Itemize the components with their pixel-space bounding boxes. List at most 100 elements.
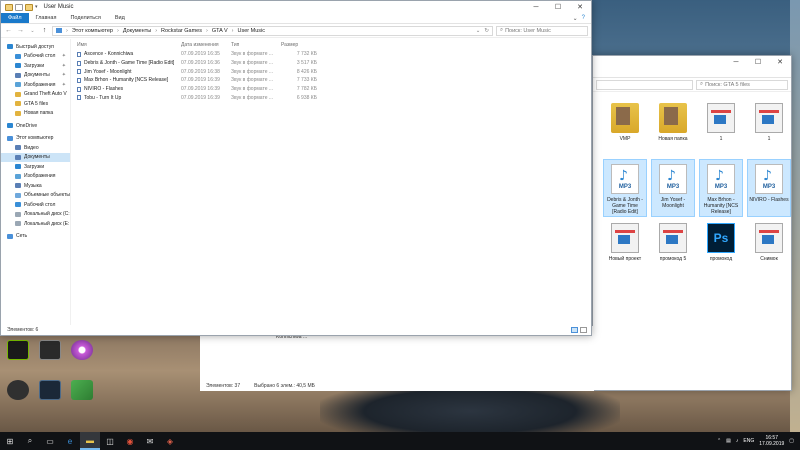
sidebar-item[interactable]: Рабочий стол	[1, 200, 70, 210]
table-row[interactable]: Max Brhon - Humanity [NCS Release] 07.09.…	[71, 76, 591, 85]
back-arrow-icon[interactable]: ←	[4, 26, 13, 36]
table-row[interactable]: Jim Yosef - Moonlight 07.09.2019 16:38 Зву…	[71, 67, 591, 76]
file-tile[interactable]: ♪ MP3 Debris & Jonth - Game Time [Radio Ed…	[603, 159, 647, 217]
desktop-icon-obs[interactable]	[3, 380, 33, 420]
breadcrumb-gtav[interactable]: GTA V	[212, 28, 228, 34]
start-windows-icon[interactable]: ⊞	[0, 432, 20, 450]
tab-file[interactable]: Файл	[1, 13, 29, 23]
file-explorer-icon[interactable]: ▬	[80, 432, 100, 450]
maximize-button[interactable]: ☐	[747, 56, 769, 68]
back-address-bar[interactable]	[596, 79, 693, 90]
sidebar-item[interactable]: Документы ✦	[1, 71, 70, 81]
file-tile[interactable]: Ps промокод	[699, 219, 743, 277]
sidebar-item[interactable]: Изображения ✦	[1, 80, 70, 90]
file-date: 07.09.2019 16:39	[181, 77, 220, 84]
sidebar-item[interactable]: Быстрый доступ	[1, 42, 70, 52]
clock[interactable]: 16:57 17.09.2019	[759, 435, 784, 447]
sidebar-item[interactable]: GTA 5 files	[1, 99, 70, 109]
mail-icon[interactable]: ✉	[140, 432, 160, 450]
app-icon[interactable]: ◈	[160, 432, 180, 450]
new-folder-icon[interactable]	[25, 3, 33, 11]
desktop-icon-nvidia[interactable]	[3, 340, 33, 380]
sidebar-item[interactable]: Загрузки	[1, 162, 70, 172]
file-tile[interactable]: 1	[747, 99, 791, 157]
breadcrumb-this-pc[interactable]: Этот компьютер	[72, 28, 113, 34]
back-search-box[interactable]: ⌕ Поиск: GTA 5 files	[696, 79, 788, 90]
sidebar-item[interactable]: OneDrive	[1, 121, 70, 131]
table-row[interactable]: Tobu - Turn It Up 07.09.2019 16:39 Звук в …	[71, 93, 591, 102]
file-tile[interactable]: 1	[699, 99, 743, 157]
details-view-icon[interactable]	[571, 327, 578, 333]
sidebar-item[interactable]: Новая папка	[1, 109, 70, 119]
edge-browser-icon[interactable]: e	[60, 432, 80, 450]
sidebar-item[interactable]: Этот компьютер	[1, 134, 70, 144]
qa-dropdown-icon[interactable]: ▾	[35, 4, 38, 10]
file-tile[interactable]: ♪ MP3 Max Brhon - Humanity [NCS Release]	[699, 159, 743, 217]
tab-view[interactable]: Вид	[108, 13, 132, 23]
close-button[interactable]: ✕	[769, 56, 791, 68]
table-row[interactable]: Ascence - Konnichiwa 07.09.2019 16:35 Звук…	[71, 50, 591, 59]
sidebar-item[interactable]: Изображения	[1, 172, 70, 182]
tiles-view-icon[interactable]	[580, 327, 587, 333]
sidebar-item[interactable]: Локальный диск (E:	[1, 219, 70, 229]
sidebar-item[interactable]: Объемные объекты	[1, 191, 70, 201]
volume-icon[interactable]: ♪	[736, 438, 739, 444]
tab-home[interactable]: Главная	[29, 13, 64, 23]
sidebar-item[interactable]: Локальный диск (C:	[1, 210, 70, 220]
file-tile[interactable]: промокод 5	[651, 219, 695, 277]
language-indicator[interactable]: ENG	[743, 438, 754, 444]
help-icon[interactable]: ?	[582, 15, 585, 21]
breadcrumb-documents[interactable]: Документы	[123, 28, 151, 34]
file-tile[interactable]: Новая папка	[651, 99, 695, 157]
refresh-icon[interactable]: ↻	[484, 28, 489, 34]
notifications-icon[interactable]: ▢	[789, 438, 794, 444]
file-tile[interactable]: ♪ MP3 Jim Yosef - Moonlight	[651, 159, 695, 217]
chrome-icon[interactable]: ◉	[120, 432, 140, 450]
close-button[interactable]: ✕	[569, 1, 591, 13]
minimize-button[interactable]: ─	[525, 1, 547, 13]
properties-icon[interactable]	[15, 3, 23, 11]
address-bar[interactable]: › Этот компьютер › Документы › Rockstar …	[52, 25, 493, 36]
table-row[interactable]: NIVIRO - Flashes 07.09.2019 16:39 Звук в ф…	[71, 85, 591, 94]
desktop-icon-app[interactable]	[67, 380, 97, 420]
back-explorer-window[interactable]: ─ ☐ ✕ ⌕ Поиск: GTA 5 files VMP Новая папк…	[592, 55, 792, 391]
sidebar-item[interactable]: Рабочий стол ✦	[1, 52, 70, 62]
file-tile[interactable]: ♪ MP3 NIVIRO - Flashes	[747, 159, 791, 217]
expand-ribbon-icon[interactable]: ⌄	[573, 15, 578, 22]
file-tile[interactable]: Новый проект	[603, 219, 647, 277]
column-name[interactable]: Имя	[71, 42, 181, 48]
search-icon[interactable]: ⌕	[20, 432, 40, 450]
sidebar-item[interactable]: Документы	[1, 152, 70, 162]
sidebar-item[interactable]: Музыка	[1, 181, 70, 191]
desktop-icon-disc[interactable]	[67, 340, 97, 380]
file-tile[interactable]: VMP	[603, 99, 647, 157]
sidebar-item[interactable]: Grand Theft Auto V✦	[1, 90, 70, 100]
task-view-icon[interactable]: ▭	[40, 432, 60, 450]
recent-dropdown-icon[interactable]: ⌄	[28, 26, 37, 36]
column-date[interactable]: Дата изменения	[181, 42, 231, 48]
desktop-icon-video-editor[interactable]	[35, 340, 65, 380]
column-type[interactable]: Тип	[231, 42, 281, 48]
back-titlebar[interactable]: ─ ☐ ✕	[593, 56, 791, 68]
sidebar-item[interactable]: Видео	[1, 143, 70, 153]
breadcrumb-user-music[interactable]: User Music	[237, 28, 265, 34]
front-titlebar[interactable]: ▾ User Music ─ ☐ ✕	[1, 1, 591, 13]
address-dropdown-icon[interactable]: ⌄	[476, 28, 481, 34]
table-row[interactable]: Debris & Jonth - Game Time [Radio Edit] 0…	[71, 59, 591, 68]
front-explorer-window[interactable]: ▾ User Music ─ ☐ ✕ Файл Главная Поделить…	[0, 0, 592, 336]
up-arrow-icon[interactable]: ↑	[40, 26, 49, 36]
forward-arrow-icon[interactable]: →	[16, 26, 25, 36]
store-icon[interactable]: ◫	[100, 432, 120, 450]
tab-share[interactable]: Поделиться	[63, 13, 107, 23]
network-icon[interactable]: ▤	[726, 438, 731, 444]
column-size[interactable]: Размер	[281, 42, 321, 48]
desktop-icon-game[interactable]	[35, 380, 65, 420]
tray-chevron-icon[interactable]: ⌃	[717, 438, 721, 444]
maximize-button[interactable]: ☐	[547, 1, 569, 13]
breadcrumb-rockstar[interactable]: Rockstar Games	[161, 28, 202, 34]
file-tile[interactable]: Снимок	[747, 219, 791, 277]
minimize-button[interactable]: ─	[725, 56, 747, 68]
sidebar-item[interactable]: Сеть	[1, 232, 70, 242]
search-box[interactable]: ⌕ Поиск: User Music	[496, 25, 588, 36]
sidebar-item[interactable]: Загрузки ✦	[1, 61, 70, 71]
